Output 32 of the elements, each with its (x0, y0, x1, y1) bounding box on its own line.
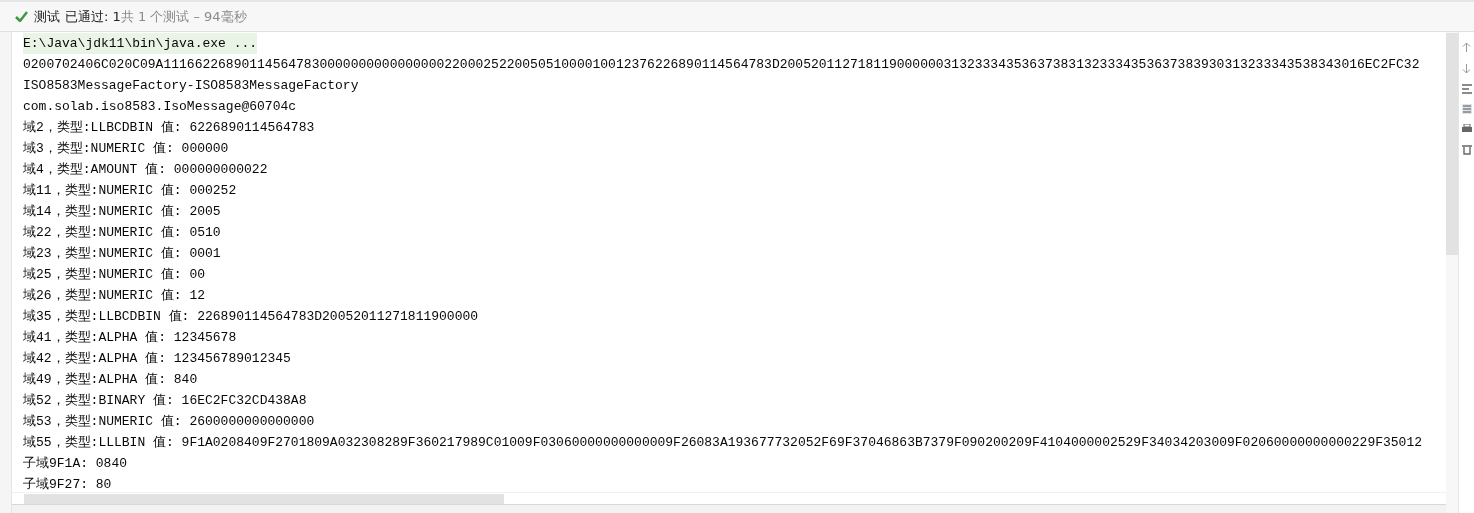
print-icon[interactable] (1461, 124, 1472, 134)
console-line: 域14，类型:NUMERIC 值: 2005 (23, 203, 221, 221)
console-line: 域42，类型:ALPHA 值: 123456789012345 (23, 350, 291, 368)
console-line: 域25，类型:NUMERIC 值: 00 (23, 266, 206, 284)
console-line: ISO8583MessageFactory-ISO8583MessageFactory (23, 77, 359, 95)
console-line: 子域9F27: 80 (23, 476, 112, 492)
console-line: 域52，类型:BINARY 值: 16EC2FC32CD438A8 (23, 392, 307, 410)
console-line: 子域9F1A: 0840 (23, 455, 127, 473)
console-line: com.solab.iso8583.IsoMessage@60704c (23, 98, 297, 116)
test-label: 测试 (34, 7, 60, 26)
trash-icon[interactable] (1461, 144, 1472, 155)
up-arrow-icon[interactable] (1462, 42, 1471, 53)
summary-text: 共 1 个测试 – 94毫秒 (120, 7, 247, 26)
vertical-scrollbar[interactable] (1446, 33, 1458, 255)
lines-icon[interactable] (1461, 104, 1472, 114)
console-line: 域22，类型:NUMERIC 值: 0510 (23, 224, 221, 242)
console-line: 域49，类型:ALPHA 值: 840 (23, 371, 198, 389)
console-line: 域55，类型:LLLBIN 值: 9F1A0208409F2701809A032308289F360217989C01009F03060000000000009F26083A193677732052F69F37046863B7379F090200209F4104000002529F34034203009F02060000000000229F35012 (23, 434, 1423, 452)
console-line: 域2，类型:LLBCDBIN 值: 6226890114564783 (23, 119, 315, 137)
console-line: 域23，类型:NUMERIC 值: 0001 (23, 245, 221, 263)
down-arrow-icon[interactable] (1462, 63, 1471, 74)
console-line: 域11，类型:NUMERIC 值: 000252 (23, 182, 237, 200)
console-line: 域41，类型:ALPHA 值: 12345678 (23, 329, 237, 347)
console-line: 域3，类型:NUMERIC 值: 000000 (23, 140, 229, 158)
console-line: 域26，类型:NUMERIC 值: 12 (23, 287, 206, 305)
console-line: 域4，类型:AMOUNT 值: 000000000022 (23, 161, 268, 179)
console-line: 0200702406C020C09A111662268901145647830000000000000000220002522005051000010012376226890114564783D200520112718119000000313233343536373831323334353637383930313233343538343016EC2FC32 (23, 56, 1420, 74)
console-line: 域35，类型:LLBCDBIN 值: 226890114564783D20052011271811900000 (23, 308, 479, 326)
status-text: 已通过: 1 (65, 7, 121, 26)
horizontal-scrollbar[interactable] (24, 493, 504, 504)
console-line: 域53，类型:NUMERIC 值: 2600000000000000 (23, 413, 315, 431)
wrap-icon[interactable] (1461, 84, 1472, 94)
